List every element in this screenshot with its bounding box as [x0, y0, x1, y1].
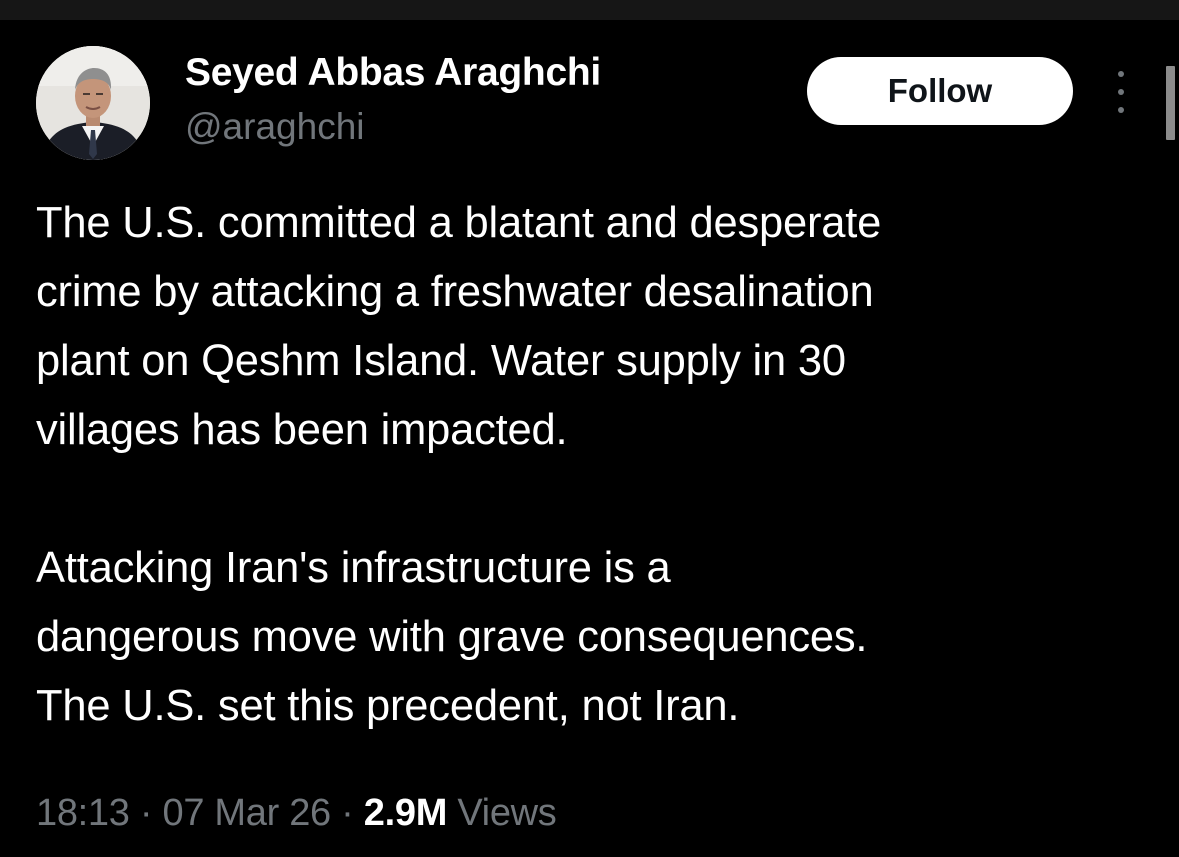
- tweet-text: The U.S. committed a blatant and despera…: [36, 189, 1156, 741]
- tweet-time[interactable]: 18:13: [36, 792, 130, 834]
- tweet-paragraph: Attacking Iran's infrastructure is a dan…: [36, 534, 1156, 741]
- author-handle[interactable]: @araghchi: [185, 105, 365, 149]
- tweet-text-line: The U.S. set this precedent, not Iran.: [36, 682, 740, 730]
- more-vertical-icon-dot: [1118, 107, 1124, 113]
- views-label: Views: [457, 792, 557, 834]
- tweet-text-line: dangerous move with grave consequences.: [36, 613, 868, 661]
- more-options-button[interactable]: [1108, 67, 1134, 117]
- tweet-text-line: Attacking Iran's infrastructure is a: [36, 544, 671, 592]
- tweet-text-line: villages has been impacted.: [36, 406, 568, 454]
- tweet-paragraph: The U.S. committed a blatant and despera…: [36, 189, 1156, 465]
- tweet-text-line: The U.S. committed a blatant and despera…: [36, 199, 882, 247]
- more-vertical-icon-dot: [1118, 89, 1124, 95]
- tweet-date[interactable]: 07 Mar 26: [162, 792, 331, 834]
- profile-photo-icon: [36, 46, 150, 160]
- meta-separator: ·: [139, 792, 153, 834]
- tweet-text-line: plant on Qeshm Island. Water supply in 3…: [36, 337, 846, 385]
- more-vertical-icon: [1118, 71, 1124, 77]
- tweet-meta: 18:13 · 07 Mar 26 · 2.9M Views: [36, 784, 557, 842]
- author-avatar[interactable]: [36, 46, 150, 160]
- tweet-text-line: crime by attacking a freshwater desalina…: [36, 268, 874, 316]
- author-display-name[interactable]: Seyed Abbas Araghchi: [185, 50, 601, 96]
- follow-button[interactable]: Follow: [807, 57, 1073, 125]
- tweet-header: Seyed Abbas Araghchi @araghchi Follow: [0, 0, 1179, 180]
- meta-separator: ·: [341, 792, 354, 834]
- views-count[interactable]: 2.9M: [364, 792, 448, 834]
